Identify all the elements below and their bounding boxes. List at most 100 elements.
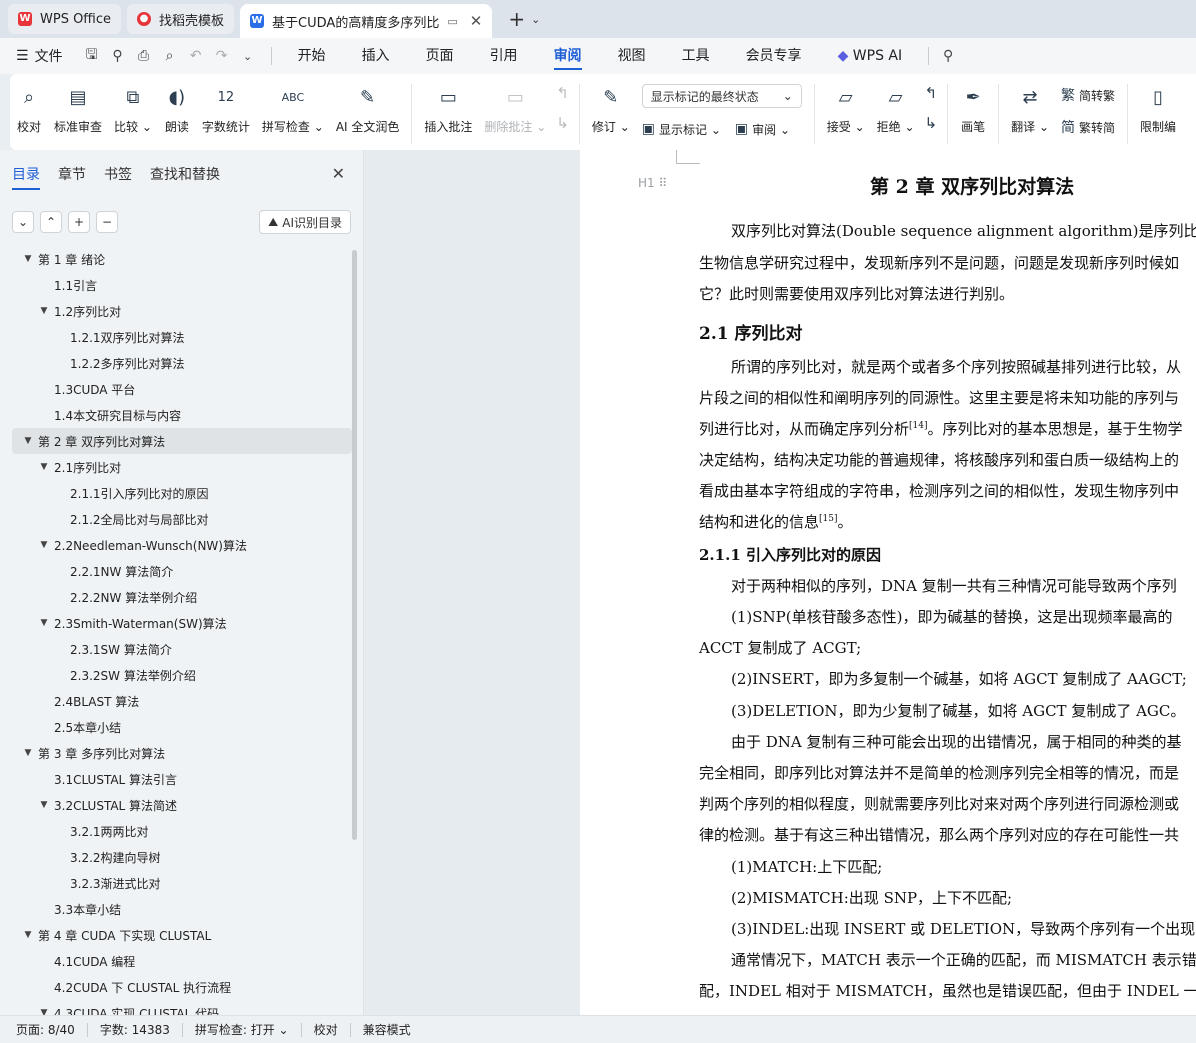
expand-arrow-icon[interactable]: ▼	[22, 254, 34, 264]
proof-status[interactable]: 校对	[314, 1021, 338, 1038]
menu-review[interactable]: 审阅	[536, 38, 600, 74]
chevron-down-icon[interactable]: ⌄	[531, 13, 540, 26]
spell-check-status[interactable]: 拼写检查: 打开 ⌄	[195, 1021, 289, 1038]
toc-item[interactable]: 4.1CUDA 编程	[12, 948, 352, 974]
pen-button[interactable]: ✒ 画笔	[954, 84, 992, 135]
next-comment-icon[interactable]: ↳	[556, 114, 569, 132]
tab-sections[interactable]: 章节	[58, 164, 86, 190]
insert-comment-button[interactable]: ▭ 插入批注	[418, 84, 478, 135]
share-icon[interactable]: ⚲	[107, 48, 129, 64]
scrollbar[interactable]	[352, 250, 357, 840]
toc-item[interactable]: ▼ 2.2Needleman-Wunsch(NW)算法	[12, 532, 352, 558]
expand-arrow-icon[interactable]: ▼	[38, 540, 50, 550]
menu-home[interactable]: 开始	[280, 38, 344, 74]
tab-wps-office[interactable]: W WPS Office	[8, 4, 122, 34]
toc-item[interactable]: 2.4BLAST 算法	[12, 688, 352, 714]
toc-item[interactable]: 4.2CUDA 下 CLUSTAL 执行流程	[12, 974, 352, 1000]
undo-icon[interactable]: ↶	[185, 48, 207, 64]
tab-find-replace[interactable]: 查找和替换	[150, 164, 220, 190]
redo-icon[interactable]: ↷	[211, 48, 233, 64]
add-icon[interactable]: +	[68, 211, 90, 233]
collapse-icon[interactable]: ⌄	[12, 211, 34, 233]
proofread-button[interactable]: ⌕ 校对	[10, 84, 48, 135]
toc-item[interactable]: ▼ 第 2 章 双序列比对算法	[12, 428, 352, 454]
toc-item[interactable]: 1.1引言	[12, 272, 352, 298]
toc-item[interactable]: 2.2.1NW 算法简介	[12, 558, 352, 584]
restrict-edit-button[interactable]: ▯ 限制编	[1134, 84, 1182, 135]
toc-item[interactable]: 2.3.1SW 算法简介	[12, 636, 352, 662]
remove-icon[interactable]: −	[96, 211, 118, 233]
toc-item[interactable]: 1.3CUDA 平台	[12, 376, 352, 402]
toc-item[interactable]: 3.2.2构建向导树	[12, 844, 352, 870]
toc-item[interactable]: 2.1.2全局比对与局部比对	[12, 506, 352, 532]
simp-to-trad-button[interactable]: 繁简转繁	[1061, 84, 1115, 106]
toc-item[interactable]: ▼ 第 4 章 CUDA 下实现 CLUSTAL	[12, 922, 352, 948]
toc-item[interactable]: 2.5本章小结	[12, 714, 352, 740]
toc-item[interactable]: 3.2.3渐进式比对	[12, 870, 352, 896]
compare-button[interactable]: ⧉ 比较 ⌄	[108, 84, 158, 135]
menu-page[interactable]: 页面	[408, 38, 472, 74]
new-tab-icon[interactable]: +	[508, 7, 525, 31]
review-pane-button[interactable]: 审阅 ⌄	[752, 121, 790, 138]
toc-item[interactable]: ▼ 第 3 章 多序列比对算法	[12, 740, 352, 766]
menu-references[interactable]: 引用	[472, 38, 536, 74]
search-icon[interactable]: ⚲	[937, 48, 959, 64]
menu-view[interactable]: 视图	[600, 38, 664, 74]
next-change-icon[interactable]: ↳	[925, 114, 938, 132]
translate-button[interactable]: ⇄ 翻译 ⌄	[1005, 84, 1055, 135]
file-menu[interactable]: ☰ 文件	[16, 46, 63, 66]
track-changes-button[interactable]: ✎ 修订 ⌄	[586, 84, 636, 135]
menu-insert[interactable]: 插入	[344, 38, 408, 74]
expand-arrow-icon[interactable]: ▼	[38, 306, 50, 316]
word-count-button[interactable]: 12 字数统计	[196, 84, 256, 135]
toc-item[interactable]: ▼ 2.1序列比对	[12, 454, 352, 480]
expand-arrow-icon[interactable]: ▼	[38, 462, 50, 472]
chevron-down-icon[interactable]: ⌄	[237, 50, 259, 63]
toc-item[interactable]: ▼ 2.3Smith-Waterman(SW)算法	[12, 610, 352, 636]
delete-comment-button[interactable]: ▭ 删除批注 ⌄	[478, 84, 552, 135]
toc-item[interactable]: 3.3本章小结	[12, 896, 352, 922]
toc-item[interactable]: 1.2.2多序列比对算法	[12, 350, 352, 376]
menu-tools[interactable]: 工具	[664, 38, 728, 74]
read-aloud-button[interactable]: ◖) 朗读	[158, 84, 196, 135]
accept-button[interactable]: ▱ 接受 ⌄	[821, 84, 871, 135]
expand-arrow-icon[interactable]: ▼	[22, 930, 34, 940]
tab-toc[interactable]: 目录	[12, 164, 40, 190]
heading-style-icon[interactable]: H1 ⠿	[638, 176, 667, 190]
word-count[interactable]: 字数: 14383	[100, 1021, 170, 1038]
menu-member[interactable]: 会员专享	[728, 38, 820, 74]
toc-item[interactable]: 2.2.2NW 算法举例介绍	[12, 584, 352, 610]
toc-item[interactable]: 3.2.1两两比对	[12, 818, 352, 844]
expand-arrow-icon[interactable]: ▼	[22, 436, 34, 446]
toc-item[interactable]: ▼ 第 1 章 绪论	[12, 246, 352, 272]
toc-item[interactable]: 2.1.1引入序列比对的原因	[12, 480, 352, 506]
tab-document[interactable]: W 基于CUDA的高精度多序列比 ▭ ✕	[240, 4, 493, 38]
document-page[interactable]: H1 ⠿ 第 2 章 双序列比对算法 双序列比对算法(Double sequen…	[580, 150, 1196, 1015]
ai-polish-button[interactable]: ✎ AI 全文润色	[330, 84, 406, 135]
toc-item[interactable]: 2.3.2SW 算法举例介绍	[12, 662, 352, 688]
page-indicator[interactable]: 页面: 8/40	[16, 1021, 75, 1038]
monitor-icon[interactable]: ▭	[447, 15, 457, 28]
print-icon[interactable]: ⎙	[133, 48, 155, 64]
tab-bookmarks[interactable]: 书签	[104, 164, 132, 190]
expand-arrow-icon[interactable]: ▼	[38, 800, 50, 810]
toc-item[interactable]: 3.1CLUSTAL 算法引言	[12, 766, 352, 792]
reject-button[interactable]: ▱ 拒绝 ⌄	[871, 84, 921, 135]
previous-comment-icon[interactable]: ↰	[556, 84, 569, 102]
display-mode-select[interactable]: 显示标记的最终状态 ⌄	[641, 84, 802, 108]
citation[interactable]: [15]	[819, 514, 837, 524]
toc-item[interactable]: ▼ 1.2序列比对	[12, 298, 352, 324]
expand-arrow-icon[interactable]: ▼	[38, 618, 50, 628]
expand-up-icon[interactable]: ⌃	[40, 211, 62, 233]
toc-item[interactable]: 1.4本文研究目标与内容	[12, 402, 352, 428]
toc-item[interactable]: ▼ 3.2CLUSTAL 算法简述	[12, 792, 352, 818]
citation[interactable]: [14]	[909, 421, 927, 431]
close-icon[interactable]: ✕	[332, 164, 345, 183]
spell-check-button[interactable]: ABC 拼写检查 ⌄	[256, 84, 330, 135]
save-icon[interactable]: 🖫	[81, 44, 103, 68]
standard-review-button[interactable]: ▤ 标准审查	[48, 84, 108, 135]
show-markup-button[interactable]: 显示标记 ⌄	[659, 121, 721, 138]
previous-change-icon[interactable]: ↰	[925, 84, 938, 102]
menu-wps-ai[interactable]: ◆ WPS AI	[820, 38, 921, 74]
close-icon[interactable]: ✕	[470, 12, 483, 30]
